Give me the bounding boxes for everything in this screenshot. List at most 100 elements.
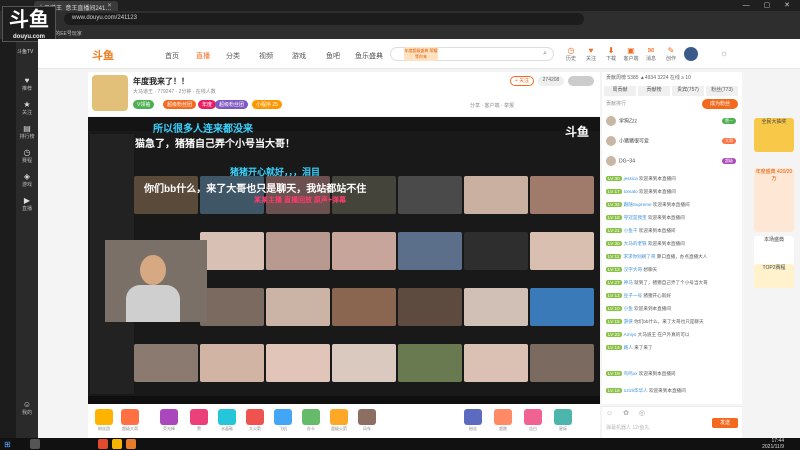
video-caption: 所以很多人连来都没来 xyxy=(153,124,253,135)
ad-lottery[interactable]: 全民大抽奖 xyxy=(754,118,794,152)
video-thumb xyxy=(464,288,528,326)
video-thumb xyxy=(398,232,462,270)
nav-festival[interactable]: 鱼乐盛典 xyxy=(355,51,383,61)
video-thumb xyxy=(332,288,396,326)
header-client[interactable]: ▣ 客户端 xyxy=(622,46,640,62)
rank-row[interactable]: 小猪猪很可爱 大哥 xyxy=(606,136,740,150)
tab-contribution[interactable]: 贡献榜 xyxy=(638,86,670,96)
gift-name: 告白 xyxy=(529,426,537,431)
nav-live[interactable]: 直播 xyxy=(196,51,210,61)
send-button[interactable]: 发送 xyxy=(712,418,738,428)
nav-category[interactable]: 分类 xyxy=(226,51,240,61)
video-watermark-logo: 斗鱼 xyxy=(565,125,590,139)
sidebar-brand: 斗鱼TV xyxy=(17,49,34,55)
room-pill[interactable]: V领袖 xyxy=(133,100,155,109)
sidebar-item-rank[interactable]: ▤ 排行榜 xyxy=(19,124,35,140)
room-pill[interactable]: 小程序 25 xyxy=(252,100,282,109)
header-create[interactable]: ✎ 创作 xyxy=(662,46,680,62)
video-thumb xyxy=(398,176,462,214)
chat-message: LV 15 游侠 你们bb什么，来了大哥也只是聊天 xyxy=(606,319,704,324)
site-logo[interactable]: 斗鱼 xyxy=(92,47,114,63)
sidebar-item-follow[interactable]: ★ 关注 xyxy=(19,100,35,116)
app-taskbar-icon[interactable] xyxy=(126,439,136,449)
sidebar-item-live[interactable]: ▶ 直播 xyxy=(19,196,35,212)
nav-game[interactable]: 游戏 xyxy=(292,51,306,61)
sidebar-item-mine[interactable]: ☺ 我的 xyxy=(19,400,35,416)
header-follow[interactable]: ♥ 关注 xyxy=(582,46,600,62)
sidebar-item-schedule[interactable]: ◷ 赛程 xyxy=(19,148,35,164)
video-thumb xyxy=(530,344,594,382)
nav-fishbar[interactable]: 鱼吧 xyxy=(326,51,340,61)
gift-name: 粉丝团 xyxy=(98,426,110,431)
video-control-bar[interactable] xyxy=(88,396,600,404)
gift-item[interactable] xyxy=(246,409,264,425)
gift-item[interactable] xyxy=(494,409,512,425)
header-download[interactable]: ⬇ 下载 xyxy=(602,46,620,62)
gift-name: 超级火箭 xyxy=(331,426,347,431)
tab-week-rank[interactable]: 周贡献 xyxy=(604,86,636,96)
room-pill[interactable]: 超级粉丝团 xyxy=(215,100,249,109)
chat-input[interactable]: 弹幕机器人 12/鱼丸 xyxy=(606,424,649,431)
gift-item[interactable] xyxy=(218,409,236,425)
os-sidebar xyxy=(0,39,16,438)
join-fan-button[interactable]: 成为粉丝 xyxy=(702,99,738,109)
video-thumb xyxy=(200,232,264,270)
gift-item[interactable] xyxy=(464,409,482,425)
search-icon[interactable] xyxy=(30,439,40,449)
sidebar-item-recommend[interactable]: ♥ 推荐 xyxy=(19,76,35,92)
rank-row[interactable]: DG~34 超级 xyxy=(606,156,740,170)
room-title: 年度我来了！！ xyxy=(133,77,189,86)
gift-item[interactable] xyxy=(160,409,178,425)
gift-item[interactable] xyxy=(524,409,542,425)
nav-video[interactable]: 视频 xyxy=(259,51,273,61)
rank-row[interactable]: 学狗Zzz 赞一 xyxy=(606,116,740,130)
room-pill[interactable]: 超级粉丝团 xyxy=(163,100,197,109)
nav-home[interactable]: 首页 xyxy=(165,51,179,61)
avatar xyxy=(606,156,616,166)
chat-message: LV 19 鸟鸣xx 欢迎来到本直播间 xyxy=(606,371,676,376)
video-thumb xyxy=(200,288,264,326)
chat-message: LV 21 小鱼干 欢迎来到本直播间 xyxy=(606,228,676,233)
browser-tab-bar xyxy=(0,0,800,11)
gift-name: 水晶鞋 xyxy=(221,426,233,431)
ad-this-festival[interactable]: 本场盛典 xyxy=(754,236,794,266)
header-history[interactable]: ◷ 历史 xyxy=(562,46,580,62)
browser-taskbar-icon[interactable] xyxy=(98,439,108,449)
theme-toggle-icon[interactable]: ☼ xyxy=(720,48,728,58)
gift-item[interactable] xyxy=(302,409,320,425)
follow-button[interactable]: + 关注 xyxy=(510,76,534,86)
bookmark-bar[interactable]: 11月新的EE号玩家 xyxy=(0,28,800,39)
emoji-icon[interactable]: ☺ ✿ ◎ xyxy=(606,409,649,417)
tab-vip[interactable]: 贵宾(757) xyxy=(672,86,704,96)
gift-name: 风车 xyxy=(363,426,371,431)
gift-item[interactable] xyxy=(330,409,348,425)
gift-item[interactable] xyxy=(358,409,376,425)
ad-schedule[interactable]: TOP2赛程 xyxy=(754,264,794,288)
create-icon: ✎ xyxy=(667,46,675,55)
header-message[interactable]: ✉ 消息 xyxy=(642,46,660,62)
fan-club-button[interactable] xyxy=(568,76,594,86)
room-actions[interactable]: 分享 · 客户端 · 举报 xyxy=(470,102,514,109)
folder-taskbar-icon[interactable] xyxy=(112,439,122,449)
gift-item[interactable] xyxy=(121,409,139,425)
gift-name: 大火箭 xyxy=(249,426,261,431)
windows-start-icon[interactable]: ⊞ xyxy=(4,440,11,449)
gift-item[interactable] xyxy=(274,409,292,425)
gift-item[interactable] xyxy=(95,409,113,425)
follow-icon: ♥ xyxy=(588,46,594,55)
room-pill[interactable]: 年度 xyxy=(198,100,217,109)
gift-item[interactable] xyxy=(190,409,208,425)
gift-item[interactable] xyxy=(554,409,572,425)
ad-festival[interactable]: 年度盛典 420/20万 xyxy=(754,168,794,232)
streamer-avatar[interactable] xyxy=(92,75,128,111)
close-tab-icon[interactable]: ✕ xyxy=(107,2,112,9)
search-icon[interactable]: ⌕ xyxy=(543,50,547,58)
sidebar-item-game[interactable]: ◈ 游戏 xyxy=(19,172,35,188)
url-field[interactable]: www.douyu.com/241123 xyxy=(64,13,584,25)
window-controls[interactable]: — ▢ ✕ xyxy=(743,1,796,9)
promo-banner[interactable]: 年度超级盛典 荣耀等你来 xyxy=(404,47,438,61)
gift-name: 星际 xyxy=(559,426,567,431)
user-avatar[interactable] xyxy=(684,47,698,61)
recommend-icon: ♥ xyxy=(24,76,30,85)
tab-fans[interactable]: 粉丝(773) xyxy=(706,86,738,96)
